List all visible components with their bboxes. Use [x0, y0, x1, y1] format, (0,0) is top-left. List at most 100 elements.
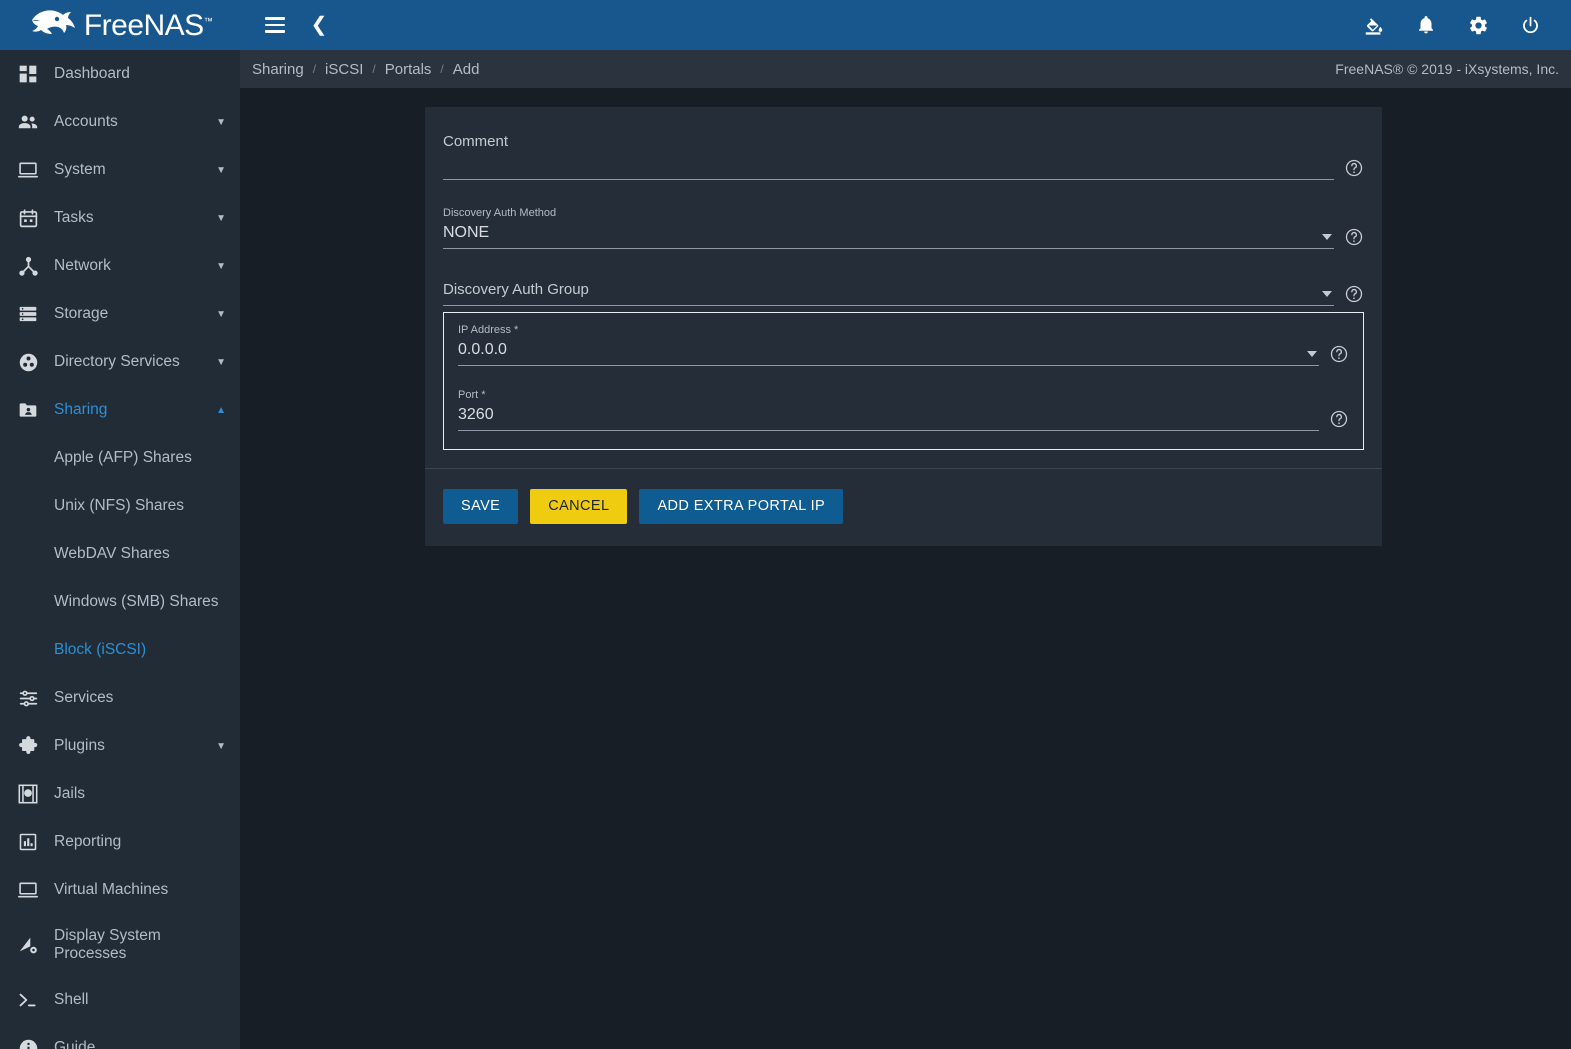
port-label: Port *: [458, 389, 486, 401]
sidebar-item-block-iscsi[interactable]: Block (iSCSI): [0, 626, 240, 674]
sidebar-item-label: Plugins: [54, 737, 105, 755]
notifications-bell-icon[interactable]: [1413, 12, 1439, 38]
freenas-app-window: FreeNAS™ ❮ Sharing / iSCSI / Portals / A…: [0, 0, 1571, 1049]
accounts-people-icon: [10, 110, 46, 134]
breadcrumb-item-add[interactable]: Add: [453, 61, 480, 78]
chevron-down-icon[interactable]: ▼: [210, 741, 226, 752]
breadcrumb-item-iscsi[interactable]: iSCSI: [325, 61, 363, 78]
sidebar-item-virtual-machines[interactable]: Virtual Machines: [0, 866, 240, 914]
breadcrumb-item-portals[interactable]: Portals: [385, 61, 432, 78]
chevron-down-icon[interactable]: ▼: [210, 309, 226, 320]
sidebar-item-label: System: [54, 161, 106, 179]
help-circle-icon[interactable]: [1344, 284, 1364, 304]
sidebar-item-label: Dashboard: [54, 65, 130, 83]
comment-value: [443, 153, 1334, 175]
ip-address-field-row: IP Address * 0.0.0.0: [458, 323, 1349, 366]
chevron-down-icon[interactable]: ▼: [210, 165, 226, 176]
brand-logo-block[interactable]: FreeNAS™: [0, 0, 240, 50]
brand-trademark: ™: [203, 16, 213, 26]
storage-disks-icon: [10, 302, 46, 326]
help-circle-icon[interactable]: [1344, 227, 1364, 247]
network-nodes-icon: [10, 254, 46, 278]
add-extra-portal-ip-button[interactable]: ADD EXTRA PORTAL IP: [639, 489, 844, 524]
sidebar-item-label: Display System Processes: [54, 927, 161, 962]
comment-label: Comment: [443, 133, 509, 150]
sidebar-item-display-system-processes[interactable]: Display System Processes: [0, 914, 240, 976]
theme-picker-icon[interactable]: [1361, 12, 1387, 38]
discovery-auth-group-select[interactable]: Discovery Auth Group: [443, 279, 1334, 306]
sidebar-item-system[interactable]: System ▼: [0, 146, 240, 194]
sidebar-item-jails[interactable]: Jails: [0, 770, 240, 818]
sharing-folder-icon: [10, 398, 46, 422]
port-input[interactable]: Port * 3260: [458, 388, 1319, 431]
chevron-down-icon[interactable]: [1322, 291, 1332, 297]
sidebar-item-label: Virtual Machines: [54, 881, 169, 899]
cancel-button[interactable]: CANCEL: [530, 489, 628, 524]
discovery-auth-method-value: NONE: [443, 224, 490, 241]
breadcrumb-separator: /: [372, 62, 376, 76]
breadcrumb-item-sharing[interactable]: Sharing: [252, 61, 304, 78]
sidebar-item-services[interactable]: Services: [0, 674, 240, 722]
sidebar-item-sharing[interactable]: Sharing ▲: [0, 386, 240, 434]
help-circle-icon[interactable]: [1344, 158, 1364, 178]
chevron-down-icon[interactable]: ▼: [210, 261, 226, 272]
sidebar-item-directory-services[interactable]: Directory Services ▼: [0, 338, 240, 386]
sidebar-item-label: Reporting: [54, 833, 122, 851]
dashboard-grid-icon: [10, 62, 46, 86]
ip-address-value: 0.0.0.0: [458, 341, 507, 358]
sidebar-item-apple-afp-shares[interactable]: Apple (AFP) Shares: [0, 434, 240, 482]
display-system-processes-icon: [10, 933, 46, 957]
freenas-fish-logo-icon: [28, 7, 78, 43]
breadcrumb-separator: /: [312, 62, 317, 76]
help-circle-icon[interactable]: [1329, 344, 1349, 364]
hamburger-menu-icon[interactable]: [262, 12, 288, 38]
sidebar-item-label: Tasks: [54, 209, 94, 227]
help-circle-icon[interactable]: [1329, 409, 1349, 429]
main-content: Comment Discovery Auth Method NONE Disco…: [240, 88, 1571, 1049]
sidebar-item-guide[interactable]: Guide: [0, 1024, 240, 1049]
chevron-down-icon[interactable]: [1322, 234, 1332, 240]
save-button[interactable]: SAVE: [443, 489, 519, 524]
tasks-calendar-icon: [10, 206, 46, 230]
sidebar-item-label: Accounts: [54, 113, 118, 131]
directory-services-icon: [10, 350, 46, 374]
top-app-bar: ❮: [240, 0, 1571, 50]
port-field-row: Port * 3260: [458, 388, 1349, 431]
sidebar-item-plugins[interactable]: Plugins ▼: [0, 722, 240, 770]
ip-address-select[interactable]: IP Address * 0.0.0.0: [458, 323, 1319, 366]
form-body: Comment Discovery Auth Method NONE Disco…: [425, 107, 1382, 468]
sidebar-item-label: Jails: [54, 785, 86, 803]
discovery-auth-method-label: Discovery Auth Method: [443, 207, 557, 219]
chevron-down-icon[interactable]: ▼: [210, 213, 226, 224]
sidebar-item-label: Sharing: [54, 401, 108, 419]
breadcrumb: Sharing / iSCSI / Portals / Add: [252, 61, 479, 78]
comment-input[interactable]: Comment: [443, 131, 1334, 180]
discovery-auth-group-field-row: Discovery Auth Group: [443, 279, 1364, 306]
discovery-auth-method-field-row: Discovery Auth Method NONE: [443, 206, 1364, 249]
sidebar-item-tasks[interactable]: Tasks ▼: [0, 194, 240, 242]
sidebar-item-webdav-shares[interactable]: WebDAV Shares: [0, 530, 240, 578]
chevron-down-icon[interactable]: ▼: [210, 117, 226, 128]
form-actions: SAVE CANCEL ADD EXTRA PORTAL IP: [425, 469, 1382, 546]
chevron-up-icon[interactable]: ▲: [210, 405, 226, 416]
sidebar-item-windows-smb-shares[interactable]: Windows (SMB) Shares: [0, 578, 240, 626]
sidebar-item-dashboard[interactable]: Dashboard: [0, 50, 240, 98]
chevron-down-icon[interactable]: [1307, 351, 1317, 357]
breadcrumb-separator: /: [440, 62, 444, 76]
sidebar-item-storage[interactable]: Storage ▼: [0, 290, 240, 338]
settings-gear-icon[interactable]: [1465, 12, 1491, 38]
shell-prompt-icon: [10, 988, 46, 1012]
portal-add-form-card: Comment Discovery Auth Method NONE Disco…: [425, 107, 1382, 546]
sidebar-item-reporting[interactable]: Reporting: [0, 818, 240, 866]
discovery-auth-method-select[interactable]: Discovery Auth Method NONE: [443, 206, 1334, 249]
power-icon[interactable]: [1517, 12, 1543, 38]
portal-ip-group: IP Address * 0.0.0.0 Port * 3260: [443, 312, 1364, 450]
sidebar-item-unix-nfs-shares[interactable]: Unix (NFS) Shares: [0, 482, 240, 530]
sidebar-item-shell[interactable]: Shell: [0, 976, 240, 1024]
sidebar-item-accounts[interactable]: Accounts ▼: [0, 98, 240, 146]
sidebar-item-network[interactable]: Network ▼: [0, 242, 240, 290]
sidebar-item-label: Network: [54, 257, 111, 275]
chevron-down-icon[interactable]: ▼: [210, 357, 226, 368]
comment-field-row: Comment: [443, 131, 1364, 180]
chevron-left-icon[interactable]: ❮: [306, 12, 332, 38]
